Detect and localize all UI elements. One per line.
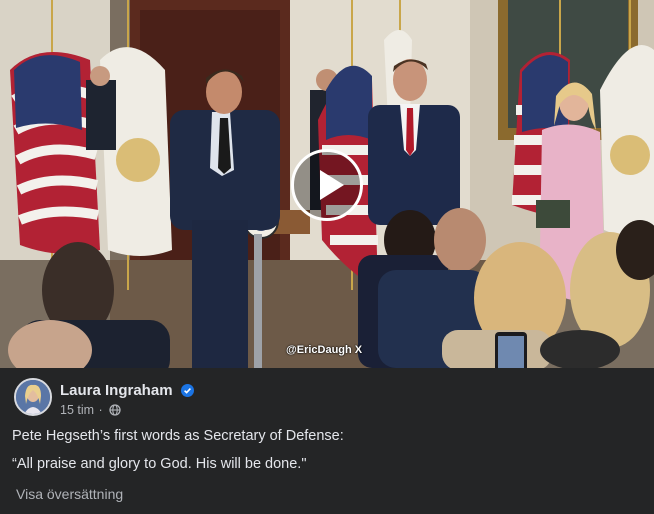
see-translation-link[interactable]: Visa översättning xyxy=(16,486,123,502)
post-text-line-2: “All praise and glory to God. His will b… xyxy=(12,456,307,472)
video-player[interactable]: @EricDaugh X xyxy=(0,0,654,368)
watermark-handle: @EricDaugh xyxy=(286,344,352,356)
post-text-line-1: Pete Hegseth’s first words as Secretary … xyxy=(12,428,344,444)
meta-separator: · xyxy=(98,403,103,417)
verified-badge-icon xyxy=(180,384,194,397)
globe-icon xyxy=(109,404,121,416)
post-meta: 15 tim · xyxy=(60,403,121,417)
author-photo xyxy=(16,380,50,414)
play-icon xyxy=(320,170,344,200)
avatar[interactable] xyxy=(14,378,52,416)
video-watermark: @EricDaugh X xyxy=(286,344,362,356)
facebook-post: @EricDaugh X Laura Ingraham 15 tim · Pet… xyxy=(0,0,654,514)
post-time[interactable]: 15 tim xyxy=(60,403,94,417)
author-row: Laura Ingraham xyxy=(60,382,194,400)
play-button[interactable] xyxy=(291,149,363,221)
author-name[interactable]: Laura Ingraham xyxy=(60,382,173,399)
x-logo-icon: X xyxy=(354,344,363,356)
